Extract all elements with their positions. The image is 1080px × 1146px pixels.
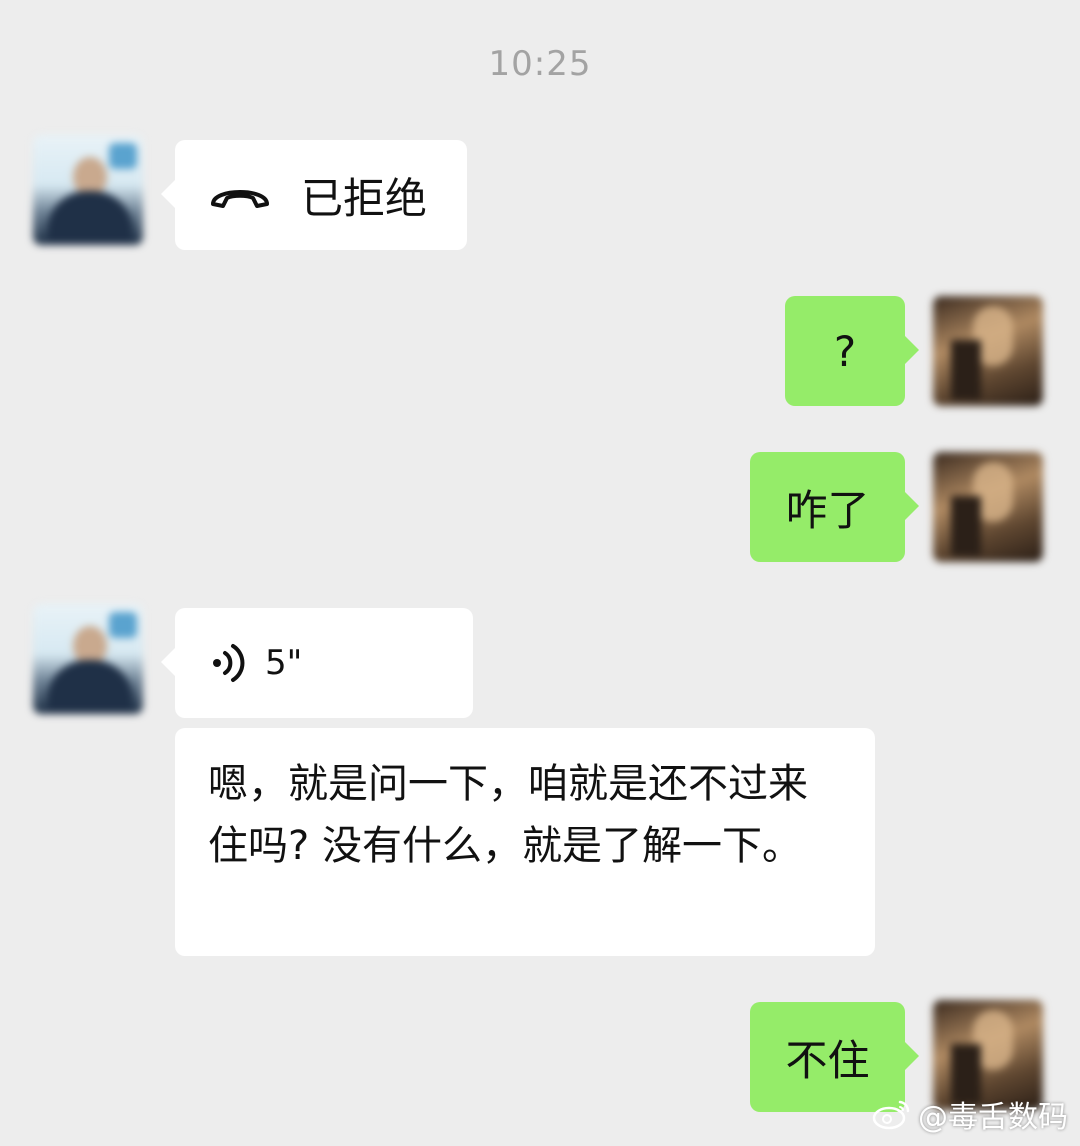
chat-timestamp: 10:25 [488,44,592,84]
message-text: 不住 [785,1035,870,1085]
my-avatar[interactable] [933,296,1043,406]
sent-message-bubble[interactable]: 咋了 [750,452,919,562]
watermark: @毒舌数码 [872,1092,1068,1136]
contact-avatar[interactable] [33,604,143,714]
watermark-text: @毒舌数码 [918,1100,1068,1135]
phone-hangup-icon [207,178,273,212]
voice-icon [211,643,245,683]
sent-message-bubble[interactable]: ? [785,296,919,406]
voice-duration: 5" [265,643,303,683]
call-status-text: 已拒绝 [301,173,428,223]
contact-avatar[interactable] [33,135,143,245]
message-text: 咋了 [785,485,870,535]
received-message-bubble[interactable]: 嗯，就是问一下，咱就是还不过来住吗? 没有什么，就是了解一下。 [175,728,875,956]
message-text: ? [833,326,857,376]
call-declined-bubble[interactable]: 已拒绝 [161,140,467,250]
my-avatar[interactable] [933,452,1043,562]
weibo-icon [872,1098,912,1130]
voice-message-bubble[interactable]: 5" [161,608,473,718]
message-text: 嗯，就是问一下，咱就是还不过来住吗? 没有什么，就是了解一下。 [208,761,808,869]
